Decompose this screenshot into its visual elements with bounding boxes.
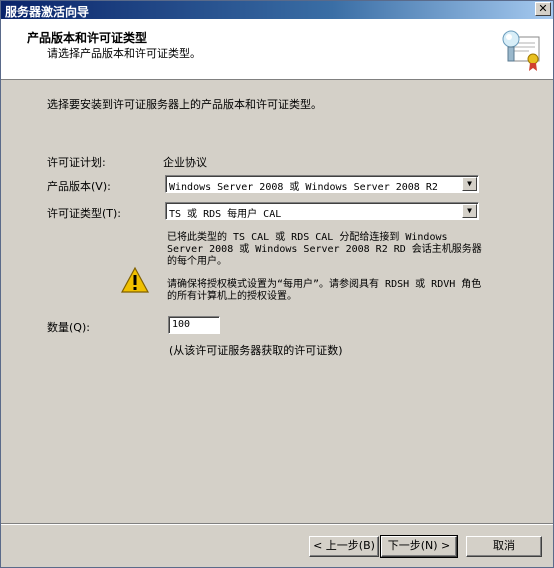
close-button[interactable]: ✕ <box>535 2 551 16</box>
quantity-label: 数量(Q): <box>47 321 90 334</box>
back-button[interactable]: < 上一步(B) <box>309 536 379 557</box>
chevron-down-icon[interactable]: ▼ <box>462 204 477 218</box>
header-title: 产品版本和许可证类型 <box>27 31 148 45</box>
quantity-note: (从该许可证服务器获取的许可证数) <box>169 344 343 357</box>
product-edition-value: Windows Server 2008 或 Windows Server 200… <box>169 182 438 193</box>
license-type-description: 已将此类型的 TS CAL 或 RDS CAL 分配给连接到 Windows S… <box>167 232 482 267</box>
intro-text: 选择要安装到许可证服务器上的产品版本和许可证类型。 <box>47 98 322 111</box>
footer-divider <box>1 523 553 525</box>
certificate-icon <box>502 30 540 71</box>
license-type-dropdown[interactable]: TS 或 RDS 每用户 CAL ▼ <box>165 202 479 220</box>
license-program-label: 许可证计划: <box>47 156 106 169</box>
chevron-down-icon[interactable]: ▼ <box>462 177 477 191</box>
warning-icon <box>120 266 150 293</box>
next-button[interactable]: 下一步(N) > <box>380 535 458 558</box>
product-edition-label: 产品版本(V): <box>47 180 111 193</box>
close-icon: ✕ <box>538 2 548 15</box>
window-title: 服务器激活向导 <box>5 5 90 19</box>
license-type-label: 许可证类型(T): <box>47 207 122 220</box>
title-bar[interactable]: 服务器激活向导 ✕ <box>1 1 553 19</box>
licensing-warning-text: 请确保将授权模式设置为“每用户”。请参阅具有 RDSH 或 RDVH 角色的所有… <box>167 279 482 302</box>
quantity-input[interactable]: 100 <box>168 316 220 334</box>
license-type-value: TS 或 RDS 每用户 CAL <box>169 209 282 220</box>
header-subtitle: 请选择产品版本和许可证类型。 <box>47 47 201 60</box>
wizard-header: 产品版本和许可证类型 请选择产品版本和许可证类型。 <box>1 19 553 80</box>
product-edition-dropdown[interactable]: Windows Server 2008 或 Windows Server 200… <box>165 175 479 193</box>
license-program-value: 企业协议 <box>163 156 207 169</box>
cancel-button[interactable]: 取消 <box>466 536 542 557</box>
wizard-window: 服务器激活向导 ✕ 产品版本和许可证类型 请选择产品版本和许可证类型。 选择要安… <box>0 0 554 568</box>
